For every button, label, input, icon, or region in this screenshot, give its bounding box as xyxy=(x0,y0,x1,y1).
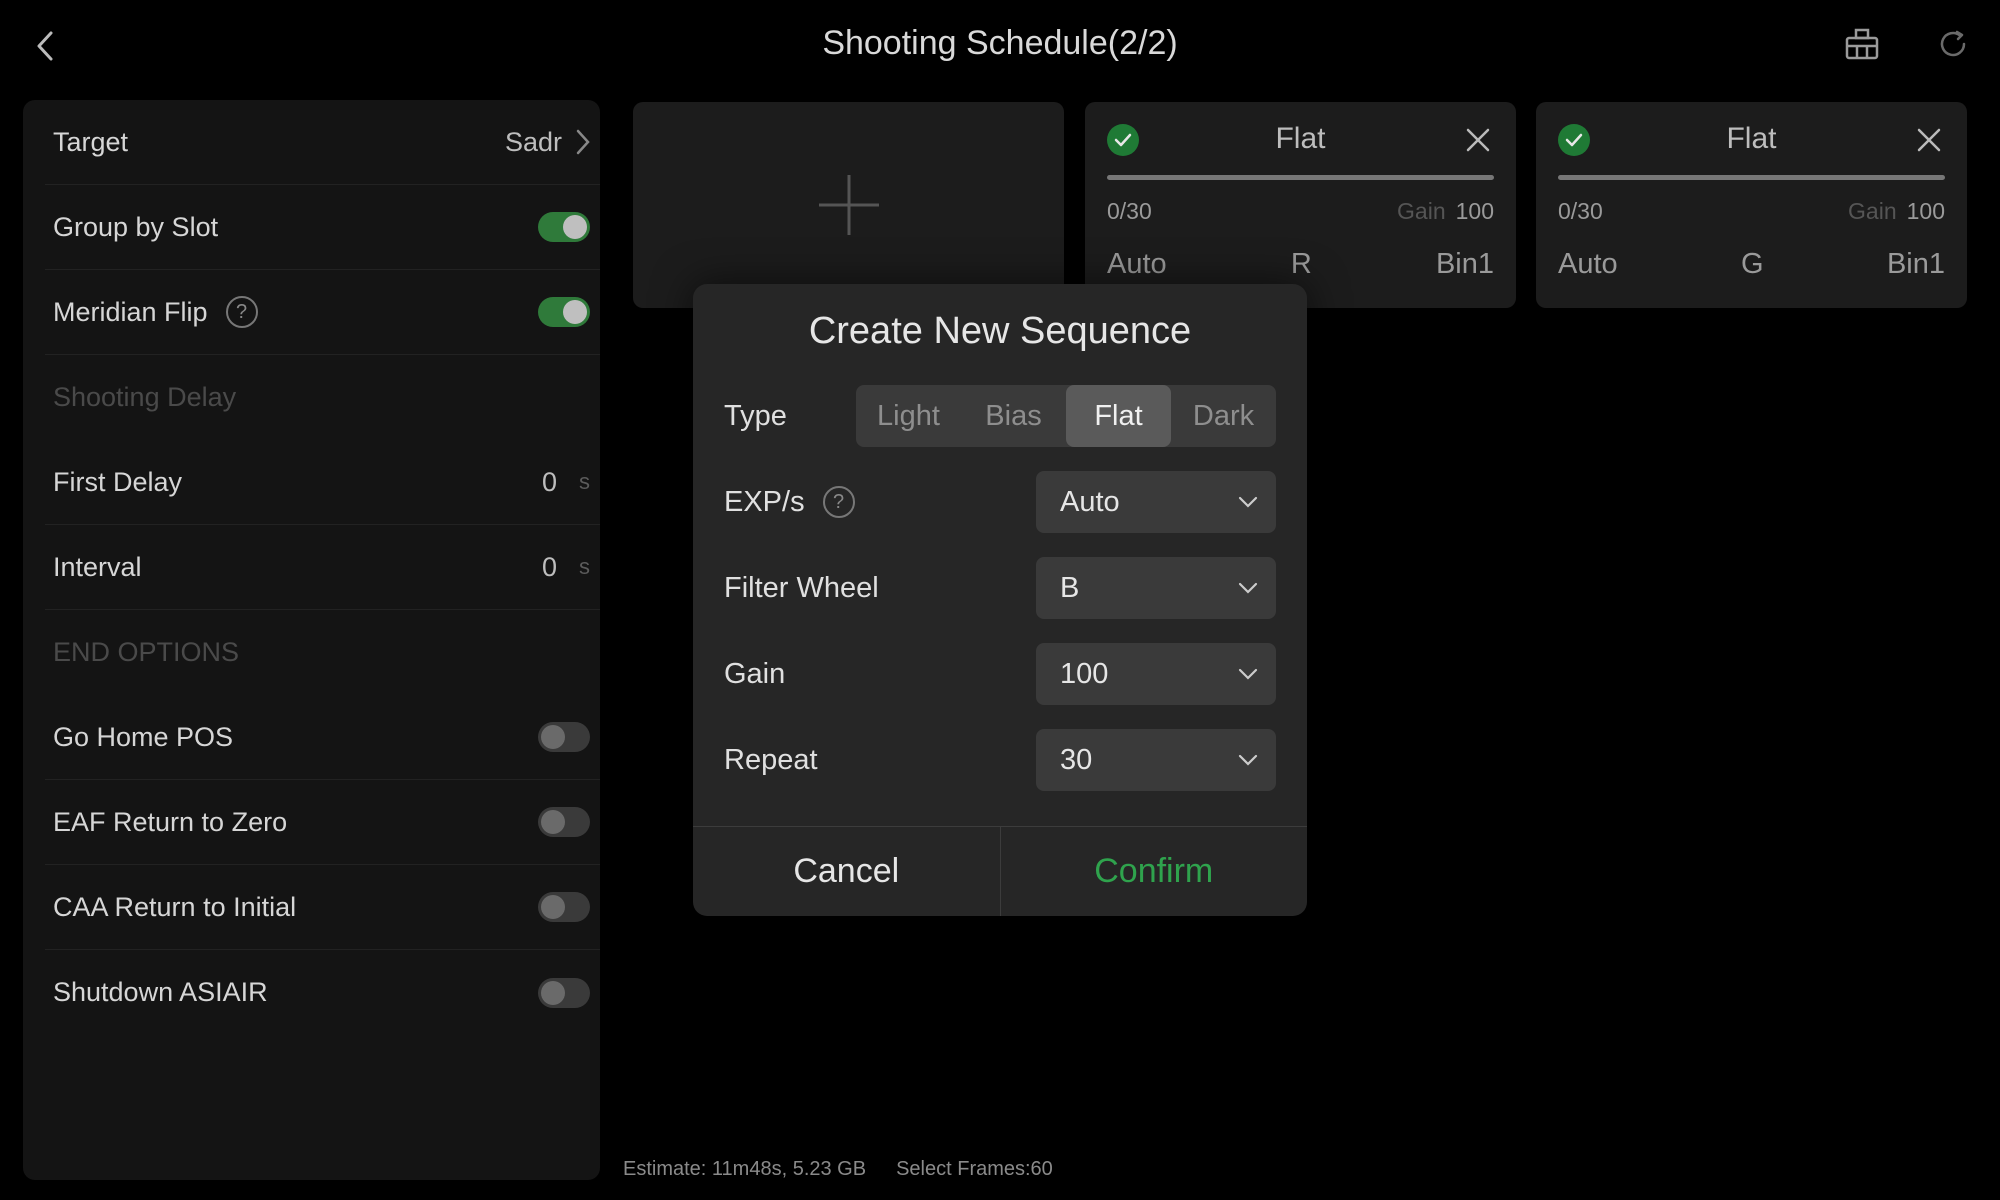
target-row[interactable]: Target Sadr xyxy=(45,100,600,185)
plus-icon xyxy=(818,175,879,235)
sequence-card[interactable]: Flat 0/30 Gain 100 Auto R Bin1 xyxy=(1085,102,1516,308)
cancel-button[interactable]: Cancel xyxy=(693,827,1001,916)
gain-row: Gain 100 xyxy=(724,643,1276,705)
card-exposure: Auto xyxy=(1558,248,1618,280)
exposure-label: EXP/s xyxy=(724,485,805,518)
dialog-actions: Cancel Confirm xyxy=(693,826,1307,916)
go-home-row: Go Home POS xyxy=(45,695,600,780)
filter-wheel-value: B xyxy=(1060,571,1080,604)
chevron-down-icon xyxy=(1238,496,1258,508)
type-segmented-control: Light Bias Flat Dark xyxy=(856,385,1276,447)
help-icon[interactable]: ? xyxy=(822,486,855,518)
meridian-flip-row: Meridian Flip ? xyxy=(45,270,600,355)
type-option-dark[interactable]: Dark xyxy=(1171,385,1276,447)
repeat-select[interactable]: 30 xyxy=(1036,729,1276,791)
repeat-value: 30 xyxy=(1060,743,1093,776)
meridian-flip-label: Meridian Flip xyxy=(53,296,208,327)
card-exposure: Auto xyxy=(1107,248,1167,280)
target-value: Sadr xyxy=(504,126,562,157)
gain-value: 100 xyxy=(1060,657,1109,690)
shutdown-label: Shutdown ASIAIR xyxy=(53,977,268,1007)
meridian-flip-toggle[interactable] xyxy=(538,297,590,327)
end-options-header: END OPTIONS xyxy=(45,610,600,695)
card-title: Flat xyxy=(1726,122,1777,155)
group-by-slot-row: Group by Slot xyxy=(45,185,600,270)
end-options-label: END OPTIONS xyxy=(53,637,240,667)
card-bin: Bin1 xyxy=(1435,248,1494,280)
first-delay-row[interactable]: First Delay 0s xyxy=(45,440,600,525)
card-gain-value: 100 xyxy=(1455,198,1494,224)
type-label: Type xyxy=(724,399,787,432)
footer-status: Estimate: 11m48s, 5.23 GB Select Frames:… xyxy=(623,1158,1053,1181)
target-label: Target xyxy=(53,126,129,157)
shooting-delay-label: Shooting Delay xyxy=(53,382,237,412)
repeat-row: Repeat 30 xyxy=(724,729,1276,791)
card-filter: R xyxy=(1290,248,1312,280)
close-icon[interactable] xyxy=(1913,124,1945,156)
filter-wheel-select[interactable]: B xyxy=(1036,557,1276,619)
progress-bar xyxy=(1558,175,1945,180)
select-frames-text: Select Frames:60 xyxy=(896,1158,1053,1180)
estimate-text: Estimate: 11m48s, 5.23 GB xyxy=(623,1158,867,1180)
gain-label: Gain xyxy=(724,657,786,690)
type-option-light[interactable]: Light xyxy=(856,385,961,447)
type-row: Type Light Bias Flat Dark xyxy=(724,385,1276,447)
go-home-label: Go Home POS xyxy=(53,721,234,752)
card-gain-label: Gain xyxy=(1848,198,1897,224)
repeat-label: Repeat xyxy=(724,743,818,776)
dialog-title: Create New Sequence xyxy=(808,310,1192,352)
go-home-toggle[interactable] xyxy=(538,722,590,752)
card-filter: G xyxy=(1741,248,1764,280)
interval-row[interactable]: Interval 0s xyxy=(45,525,600,610)
group-by-slot-toggle[interactable] xyxy=(538,212,590,242)
caa-return-label: CAA Return to Initial xyxy=(53,891,297,922)
interval-unit: s xyxy=(579,554,590,579)
refresh-button[interactable] xyxy=(1931,22,1975,66)
card-bin: Bin1 xyxy=(1886,248,1945,280)
card-gain-label: Gain xyxy=(1397,198,1446,224)
eaf-return-label: EAF Return to Zero xyxy=(53,806,288,837)
shooting-delay-header: Shooting Delay xyxy=(45,355,600,440)
settings-panel: Target Sadr Group by Slot Meridian Flip … xyxy=(23,100,600,1180)
create-sequence-dialog: Create New Sequence Type Light Bias Flat… xyxy=(693,284,1307,916)
shutdown-toggle[interactable] xyxy=(538,977,590,1008)
eaf-return-row: EAF Return to Zero xyxy=(45,780,600,865)
filter-wheel-label: Filter Wheel xyxy=(724,571,879,604)
close-icon[interactable] xyxy=(1462,124,1494,156)
plan-button[interactable] xyxy=(1840,22,1884,66)
interval-label: Interval xyxy=(53,551,142,582)
chevron-right-icon xyxy=(576,129,590,155)
refresh-icon xyxy=(1940,30,1966,57)
progress-bar xyxy=(1107,175,1494,180)
filter-wheel-row: Filter Wheel B xyxy=(724,557,1276,619)
first-delay-value[interactable]: 0 xyxy=(542,467,557,498)
exposure-value: Auto xyxy=(1060,485,1120,518)
group-by-slot-label: Group by Slot xyxy=(53,211,219,242)
first-delay-unit: s xyxy=(579,469,590,494)
type-option-bias[interactable]: Bias xyxy=(961,385,1066,447)
gain-select[interactable]: 100 xyxy=(1036,643,1276,705)
shutdown-row: Shutdown ASIAIR xyxy=(45,950,600,1035)
card-progress: 0/30 xyxy=(1558,198,1603,224)
first-delay-label: First Delay xyxy=(53,466,183,497)
chevron-down-icon xyxy=(1238,582,1258,594)
card-progress: 0/30 xyxy=(1107,198,1152,224)
add-sequence-card[interactable] xyxy=(633,102,1064,308)
card-gain-value: 100 xyxy=(1906,198,1945,224)
sequence-card[interactable]: Flat 0/30 Gain 100 Auto G Bin1 xyxy=(1536,102,1967,308)
exposure-row: EXP/s ? Auto xyxy=(724,471,1276,533)
exposure-select[interactable]: Auto xyxy=(1036,471,1276,533)
help-icon[interactable]: ? xyxy=(225,296,258,328)
eaf-return-toggle[interactable] xyxy=(538,807,590,837)
confirm-button[interactable]: Confirm xyxy=(1001,827,1308,916)
card-title: Flat xyxy=(1275,122,1326,155)
plan-icon xyxy=(1845,28,1879,60)
chevron-down-icon xyxy=(1238,668,1258,680)
chevron-down-icon xyxy=(1238,754,1258,766)
type-option-flat[interactable]: Flat xyxy=(1066,385,1171,447)
interval-value[interactable]: 0 xyxy=(542,552,557,583)
caa-return-toggle[interactable] xyxy=(538,892,590,922)
caa-return-row: CAA Return to Initial xyxy=(45,865,600,950)
page-title: Shooting Schedule(2/2) xyxy=(822,24,1178,62)
